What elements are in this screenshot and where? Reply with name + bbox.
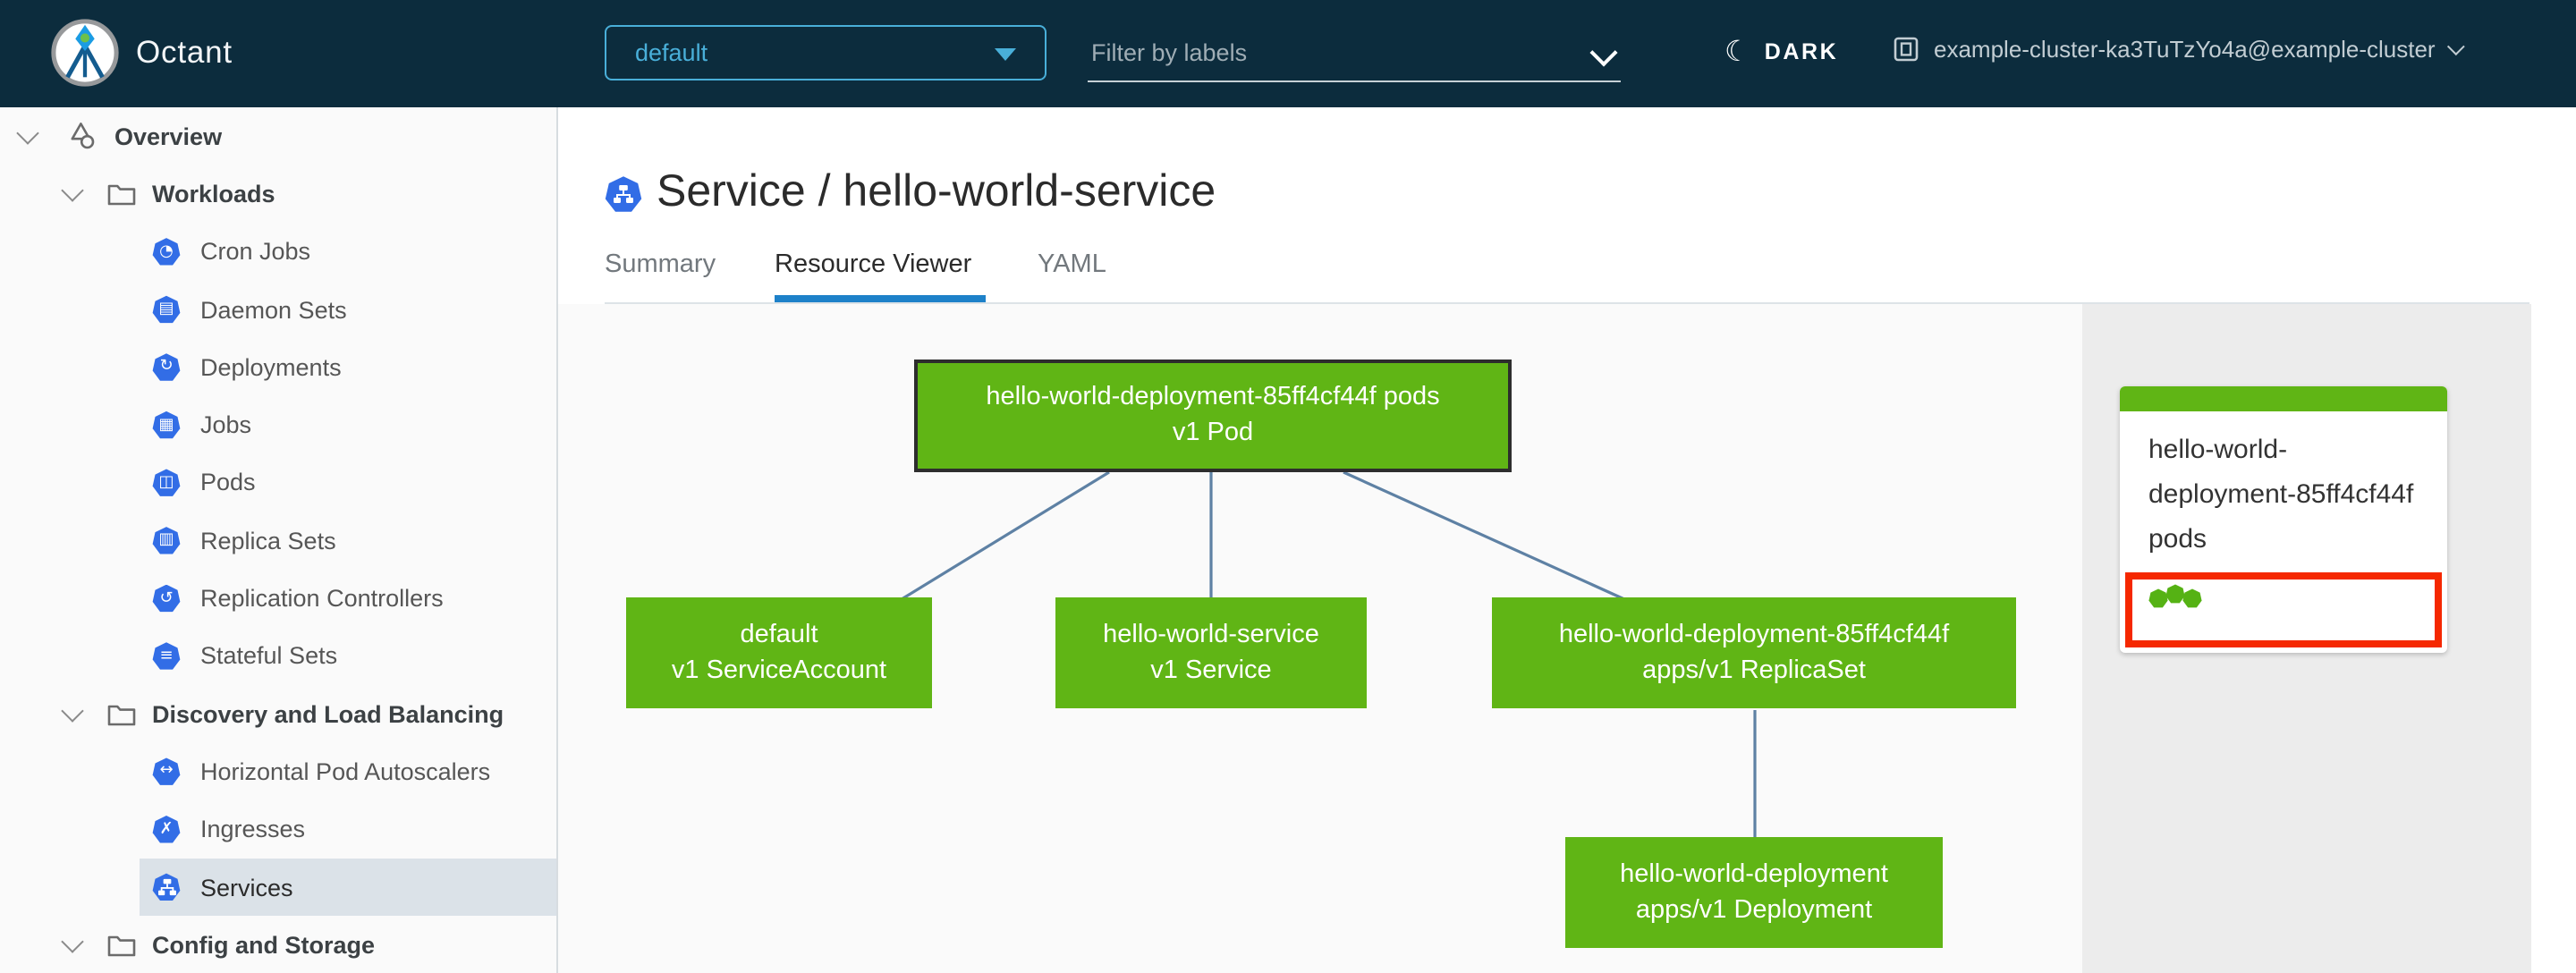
sidebar-item-jobs[interactable]: ▦ Jobs [0, 396, 556, 454]
sidebar-item-overview[interactable]: Overview [0, 107, 556, 165]
services-icon [152, 873, 181, 901]
ingresses-icon: ✗ [152, 816, 181, 843]
pod-status-dot [2182, 588, 2202, 608]
cluster-context-label: example-cluster-ka3TuTzYo4a@example-clus… [1934, 36, 2436, 63]
app-header: Octant default ☾ DARK example-cluster-ka… [0, 0, 2576, 107]
dropdown-caret-icon [995, 48, 1016, 61]
chevron-down-icon[interactable] [61, 698, 84, 722]
cluster-context-selector[interactable]: example-cluster-ka3TuTzYo4a@example-clus… [1893, 36, 2466, 63]
service-icon [605, 176, 642, 212]
app-title: Octant [136, 34, 233, 70]
graph-node-replicaset[interactable]: hello-world-deployment-85ff4cf44f apps/v… [1492, 597, 2016, 708]
chevron-down-icon[interactable] [1589, 38, 1618, 67]
moon-icon: ☾ [1724, 34, 1750, 68]
folder-icon [107, 934, 136, 957]
replica-sets-icon: ▥ [152, 527, 181, 554]
pod-status-dots [2132, 580, 2435, 608]
octant-logo-icon [51, 19, 119, 87]
stateful-sets-icon: ≡ [152, 642, 181, 670]
resource-graph: hello-world-deployment-85ff4cf44f pods v… [558, 303, 2082, 973]
sidebar-item-pods[interactable]: ◫ Pods [0, 454, 556, 512]
graph-node-service[interactable]: hello-world-service v1 Service [1055, 597, 1367, 708]
label-filter-input[interactable] [1088, 29, 1574, 66]
pods-icon: ◫ [152, 469, 181, 496]
horizontal-pod-autoscalers-icon: ↔ [152, 757, 181, 785]
chevron-down-icon [2447, 38, 2466, 56]
sidebar: Overview Workloads ◔ Cron Jobs ▤ Daemon … [0, 107, 558, 973]
active-tab-underline [775, 294, 986, 301]
dark-theme-toggle[interactable]: ☾ DARK [1724, 34, 1838, 70]
sidebar-item-daemon-sets[interactable]: ▤ Daemon Sets [0, 281, 556, 339]
graph-node-deployment[interactable]: hello-world-deployment apps/v1 Deploymen… [1565, 837, 1943, 948]
sidebar-item-cron-jobs[interactable]: ◔ Cron Jobs [0, 223, 556, 281]
cluster-icon [1894, 37, 1919, 62]
chevron-down-icon[interactable] [16, 121, 39, 145]
sidebar-item-replica-sets[interactable]: ▥ Replica Sets [0, 512, 556, 570]
namespace-dropdown[interactable]: default [605, 25, 1046, 80]
graph-node-serviceaccount[interactable]: default v1 ServiceAccount [626, 597, 932, 708]
minimap-node-title: hello-world-deployment-85ff4cf44f pods [2148, 435, 2414, 554]
chevron-down-icon[interactable] [61, 179, 84, 202]
octant-app: Octant default ☾ DARK example-cluster-ka… [0, 0, 2576, 973]
tab-yaml[interactable]: YAML [1038, 250, 1106, 279]
graph-node-pod[interactable]: hello-world-deployment-85ff4cf44f pods v… [914, 360, 1512, 471]
namespace-value: default [635, 39, 708, 66]
sidebar-item-config-and-storage[interactable]: Config and Storage [0, 916, 556, 973]
graph-minimap-panel: hello-world-deployment-85ff4cf44f pods [2082, 303, 2531, 973]
label-filter [1088, 29, 1621, 82]
folder-icon [107, 182, 136, 206]
sidebar-item-replication-controllers[interactable]: ↺ Replication Controllers [0, 570, 556, 628]
applications-icon [66, 122, 97, 150]
page-title: Service / hello-world-service [657, 166, 1216, 216]
sidebar-item-discovery-and-load-balancing[interactable]: Discovery and Load Balancing [0, 685, 556, 743]
sidebar-item-services[interactable]: Services [0, 858, 556, 917]
tab-summary[interactable]: Summary [605, 250, 716, 279]
chevron-down-icon[interactable] [61, 929, 84, 953]
replication-controllers-icon: ↺ [152, 584, 181, 613]
folder-icon [107, 702, 136, 725]
sidebar-item-ingresses[interactable]: ✗ Ingresses [0, 800, 556, 859]
daemon-sets-icon: ▤ [152, 295, 181, 324]
pod-status-dot [2148, 588, 2168, 608]
sidebar-item-stateful-sets[interactable]: ≡ Stateful Sets [0, 627, 556, 685]
sidebar-item-horizontal-pod-autoscalers[interactable]: ↔ Horizontal Pod Autoscalers [0, 743, 556, 801]
minimap-card[interactable]: hello-world-deployment-85ff4cf44f pods [2120, 386, 2447, 653]
theme-toggle-label: DARK [1764, 39, 1839, 64]
sidebar-item-workloads[interactable]: Workloads [0, 165, 556, 224]
minimap-node-bar [2120, 386, 2447, 411]
cron-jobs-icon: ◔ [152, 238, 181, 266]
minimap-viewport[interactable] [2125, 572, 2442, 647]
tab-resource-viewer[interactable]: Resource Viewer [775, 250, 971, 279]
pod-status-dot [2165, 584, 2185, 604]
deployments-icon: ↻ [152, 353, 181, 381]
sidebar-item-deployments[interactable]: ↻ Deployments [0, 338, 556, 396]
jobs-icon: ▦ [152, 410, 181, 439]
